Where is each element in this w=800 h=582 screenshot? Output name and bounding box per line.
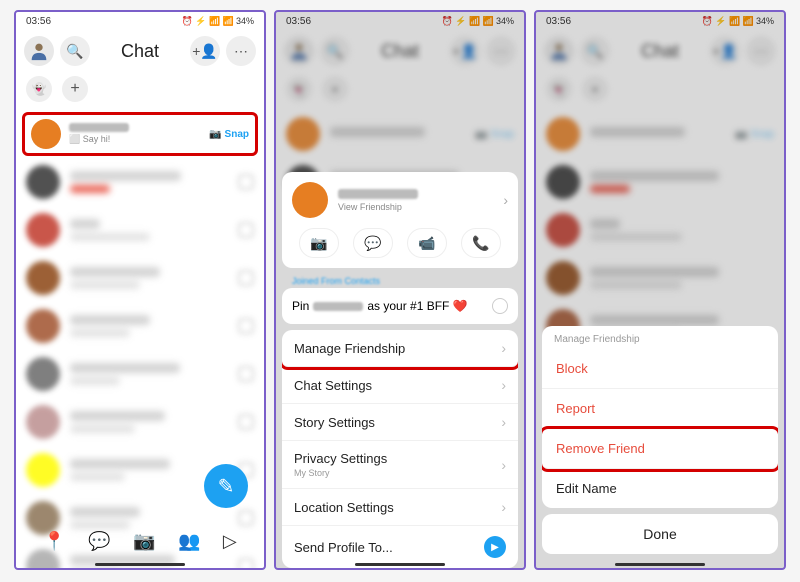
new-chat-fab[interactable]: ✎ [204,464,248,508]
profile-avatar[interactable] [24,36,54,66]
chevron-icon: › [501,340,506,356]
add-button[interactable]: + [62,76,88,102]
gesture-bar [95,563,185,566]
chevron-icon: › [501,377,506,393]
edit-name-row[interactable]: Edit Name [542,469,778,508]
add-friend-button[interactable]: +👤 [190,36,220,66]
sheet-title: Manage Friendship [542,326,778,349]
manage-menu: Manage Friendship Block Report Remove Fr… [542,326,778,508]
camera-action[interactable]: 📷 [299,228,339,258]
status-icons: ⏰ ⚡ 📶 📶 34% [182,16,254,27]
story-settings-row[interactable]: Story Settings› [282,404,518,441]
block-row[interactable]: Block [542,349,778,389]
call-action[interactable]: 📞 [461,228,501,258]
friend-name-blurred [338,189,418,199]
camera-tab[interactable]: 📷 [133,531,155,552]
friend-action-sheet: View Friendship › 📷 💬 📹 📞 Joined From Co… [282,172,518,570]
chat-list-blurred [16,158,264,570]
say-hi-label: ⬜ Say hi! [69,134,201,145]
manage-friendship-row[interactable]: Manage Friendship› [282,330,518,367]
status-time: 03:56 [26,16,51,27]
spotlight-tab[interactable]: ▷ [223,531,237,552]
panel-2-friend-menu: 03:56 ⏰ ⚡ 📶 📶 34% 🔍 Chat +👤 ⋯ 👻+ 📷 Snap … [274,10,526,570]
view-friendship-label: View Friendship [338,202,493,212]
video-action[interactable]: 📹 [407,228,447,258]
pin-radio[interactable] [492,298,508,314]
chevron-icon: › [501,457,506,473]
filter-button[interactable]: 👻 [26,76,52,102]
subheader: 👻 + [16,72,264,110]
done-button[interactable]: Done [542,514,778,554]
location-settings-row[interactable]: Location Settings› [282,489,518,526]
search-button[interactable]: 🔍 [60,36,90,66]
chat-settings-row[interactable]: Chat Settings› [282,367,518,404]
chevron-icon: › [501,499,506,515]
header-title: Chat [96,41,184,62]
chevron-icon: › [503,192,508,208]
friend-avatar [31,119,61,149]
bottom-nav: 📍 💬 📷 👥 ▷ [16,523,264,560]
friend-name-blurred [313,302,363,311]
privacy-settings-row[interactable]: Privacy SettingsMy Story › [282,441,518,489]
chat-action[interactable]: 💬 [353,228,393,258]
map-tab[interactable]: 📍 [43,531,65,552]
joined-from-contacts: Joined From Contacts [282,274,518,288]
status-bar: 03:56 ⏰ ⚡ 📶 📶 34% [16,12,264,30]
chat-tab[interactable]: 💬 [88,531,110,552]
pin-bff-row[interactable]: Pin as your #1 BFF ❤️ [282,288,518,324]
first-chat-row-highlighted[interactable]: ⬜ Say hi! 📷 Snap [22,112,258,156]
snap-button[interactable]: 📷 Snap [209,129,249,140]
send-icon: ▶ [484,536,506,558]
report-row[interactable]: Report [542,389,778,429]
friend-avatar [292,182,328,218]
settings-menu: Manage Friendship› Chat Settings› Story … [282,330,518,568]
profile-card[interactable]: View Friendship › 📷 💬 📹 📞 [282,172,518,268]
stories-tab[interactable]: 👥 [178,531,200,552]
friend-name-blurred [69,123,129,132]
send-profile-row[interactable]: Send Profile To...▶ [282,526,518,568]
panel-3-manage-friendship: 03:56 ⏰ ⚡ 📶 📶 34% 🔍 Chat +👤 ⋯ 👻+ 📷 Snap … [534,10,786,570]
gesture-bar [355,563,445,566]
panel-1-chat-list: 03:56 ⏰ ⚡ 📶 📶 34% 🔍 Chat +👤 ⋯ 👻 + ⬜ Say … [14,10,266,570]
more-button[interactable]: ⋯ [226,36,256,66]
gesture-bar [615,563,705,566]
remove-friend-row[interactable]: Remove Friend [542,429,778,469]
chat-header: 🔍 Chat +👤 ⋯ [16,30,264,72]
manage-friendship-sheet: Manage Friendship Block Report Remove Fr… [542,326,778,554]
chevron-icon: › [501,414,506,430]
